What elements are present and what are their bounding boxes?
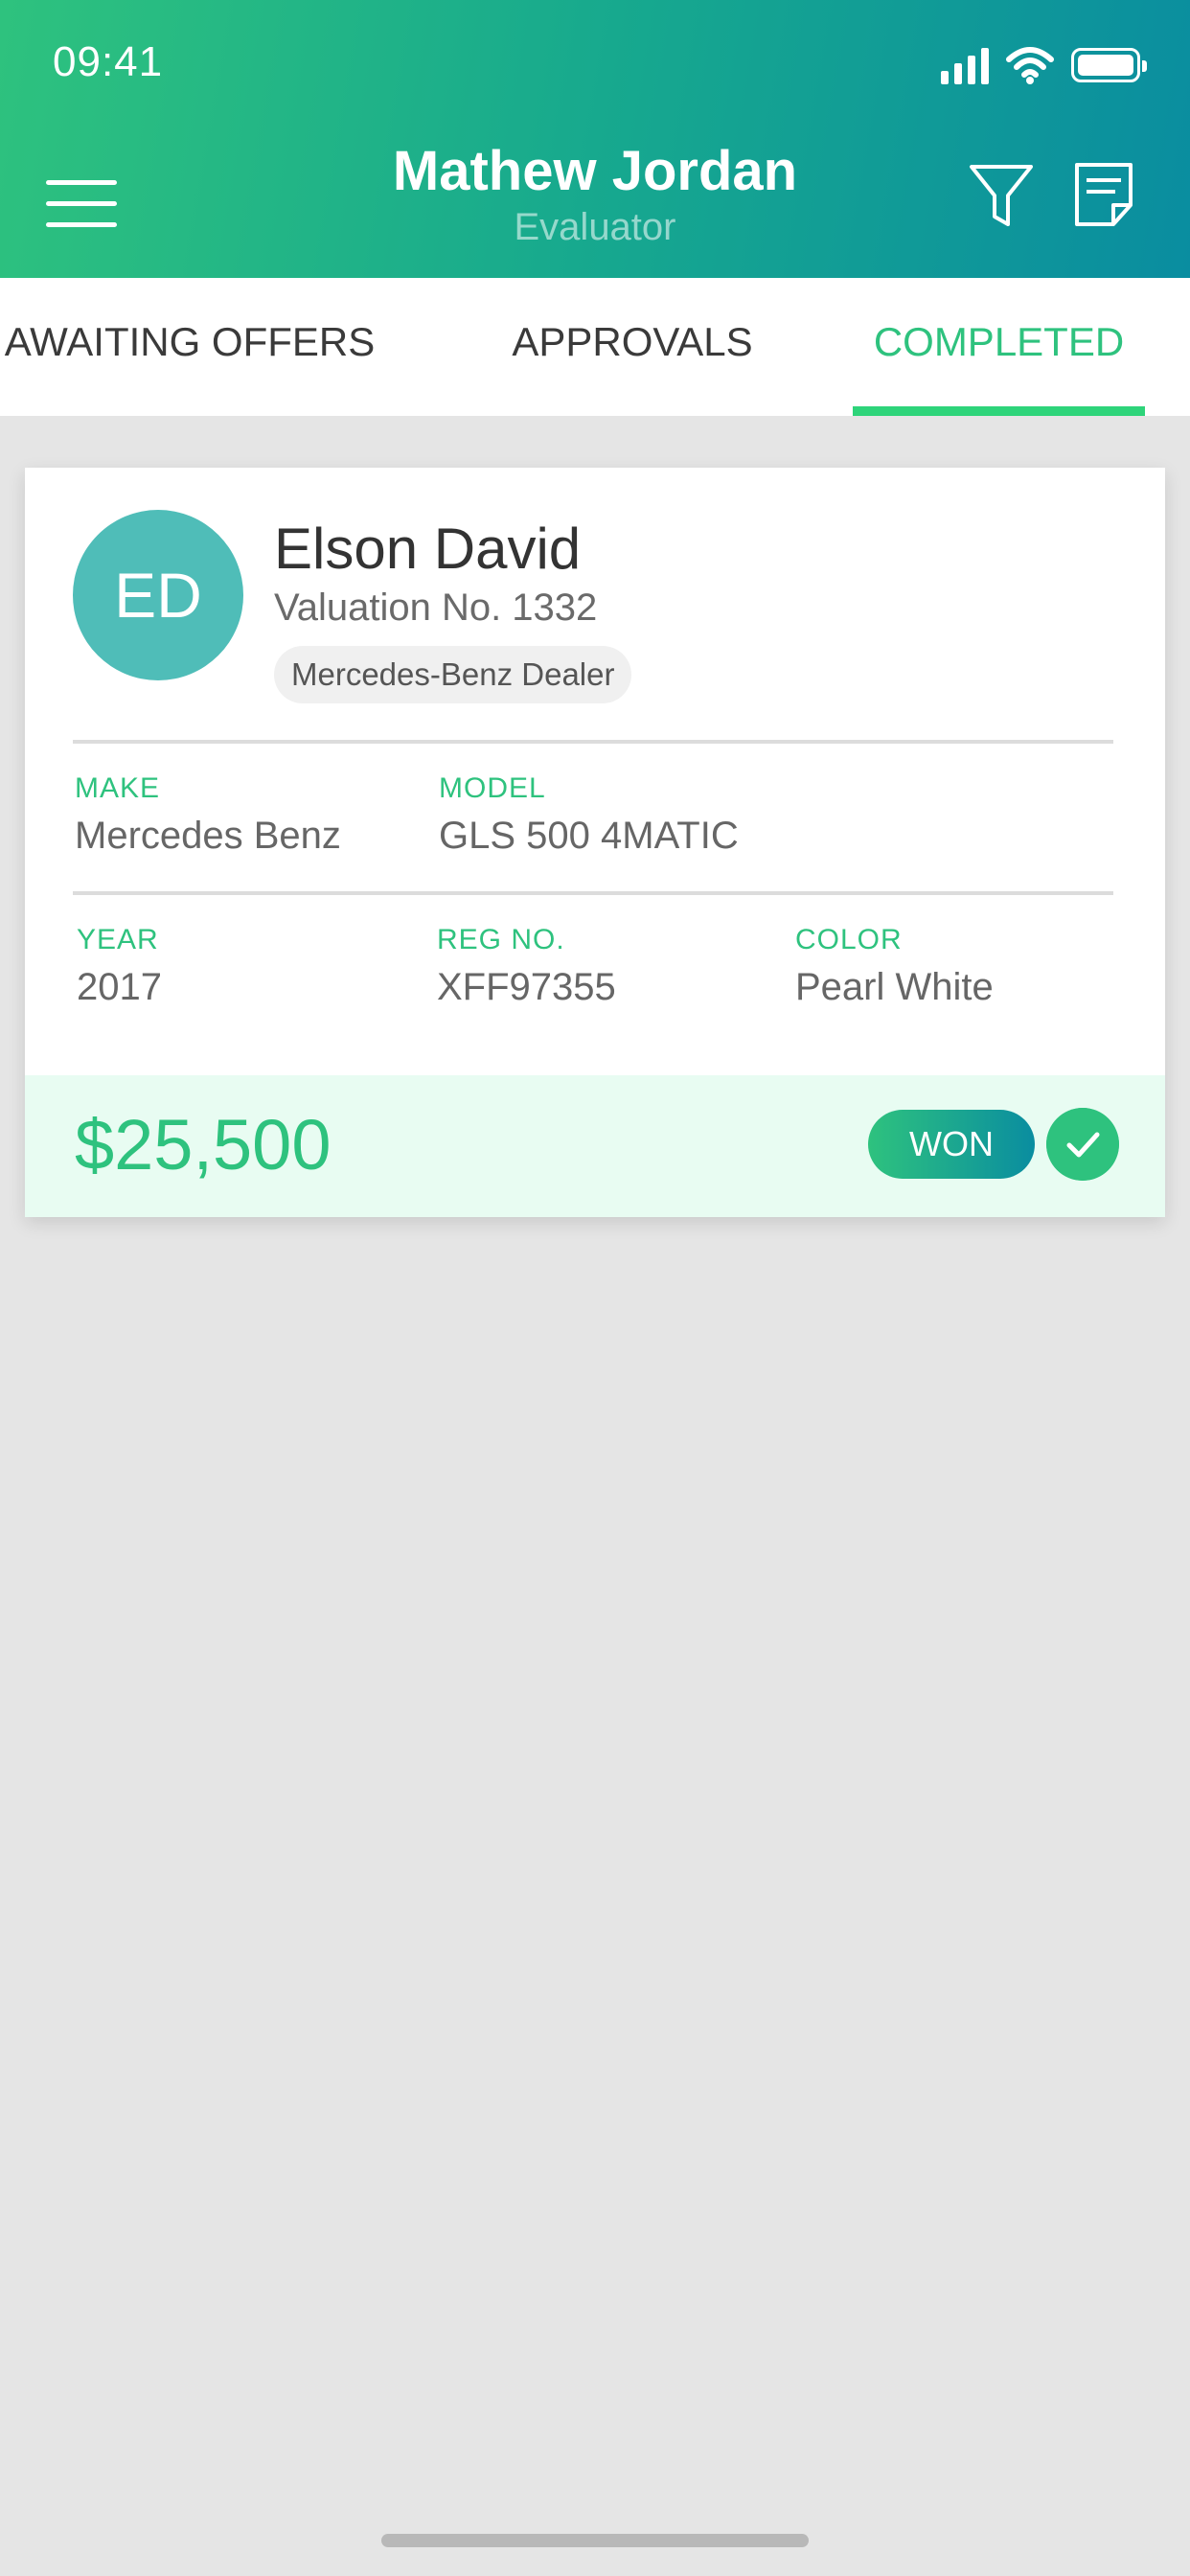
valuation-number: Valuation No. 1332 <box>274 586 598 629</box>
status-time: 09:41 <box>53 38 164 85</box>
battery-icon <box>1071 48 1147 82</box>
cellular-signal-icon <box>941 46 989 84</box>
make-label: MAKE <box>75 772 161 804</box>
tab-bar: AWAITING OFFERS APPROVALS COMPLETED <box>0 278 1190 416</box>
offer-price: $25,500 <box>75 1105 332 1184</box>
tab-completed[interactable]: COMPLETED <box>853 278 1145 416</box>
active-tab-indicator <box>853 406 1145 416</box>
status-icons <box>941 46 1147 84</box>
make-value: Mercedes Benz <box>75 815 341 857</box>
customer-name: Elson David <box>274 517 582 581</box>
model-value: GLS 500 4MATIC <box>439 815 739 857</box>
year-value: 2017 <box>77 966 162 1008</box>
dealer-badge: Mercedes-Benz Dealer <box>274 646 632 703</box>
color-label: COLOR <box>795 924 903 955</box>
divider <box>73 891 1113 895</box>
reg-label: REG NO. <box>437 924 565 955</box>
status-badge: WON <box>868 1110 1035 1179</box>
check-icon <box>1046 1108 1119 1181</box>
app-header: 09:41 Mathew Jordan Evaluator <box>0 0 1190 278</box>
status-bar: 09:41 <box>0 0 1190 134</box>
filter-icon[interactable] <box>968 161 1035 230</box>
card-footer: $25,500 WON <box>25 1075 1165 1217</box>
tab-awaiting-offers[interactable]: AWAITING OFFERS <box>0 278 391 416</box>
notes-icon[interactable] <box>1073 161 1134 228</box>
wifi-icon <box>1006 47 1054 84</box>
reg-value: XFF97355 <box>437 966 616 1008</box>
model-label: MODEL <box>439 772 546 804</box>
valuation-card[interactable]: ED Elson David Valuation No. 1332 Merced… <box>25 468 1165 1217</box>
home-indicator[interactable] <box>381 2534 809 2547</box>
color-value: Pearl White <box>795 966 994 1008</box>
avatar: ED <box>73 510 243 680</box>
divider <box>73 740 1113 744</box>
tab-approvals[interactable]: APPROVALS <box>479 278 786 416</box>
year-label: YEAR <box>77 924 159 955</box>
